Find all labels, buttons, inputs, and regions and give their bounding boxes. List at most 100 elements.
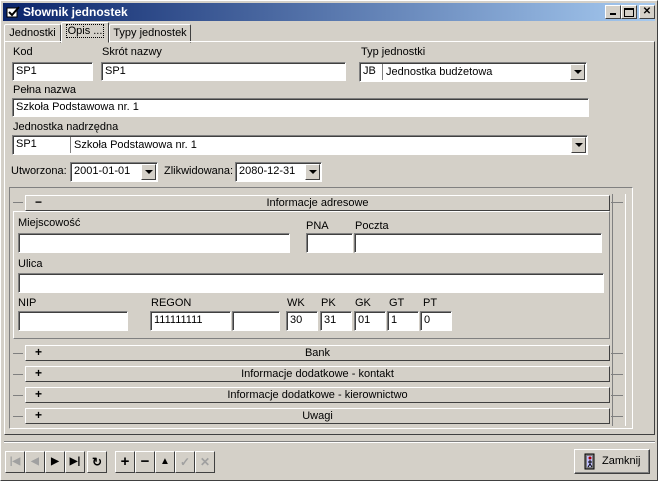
divider (13, 395, 23, 396)
scrollbar-track[interactable] (612, 194, 626, 426)
pelna-input[interactable]: Szkoła Podstawowa nr. 1 (12, 98, 589, 117)
pna-label: PNA (306, 220, 329, 232)
zlikwidowana-value: 2080-12-31 (239, 165, 296, 177)
nadrzedna-label: Jednostka nadrzędna (13, 121, 119, 133)
nadrzedna-code: SP1 (16, 138, 37, 150)
section-header-kontakt[interactable]: + Informacje dodatkowe - kontakt (25, 366, 610, 382)
refresh-button[interactable]: ↻ (87, 451, 107, 473)
last-icon: ▶| (69, 456, 81, 467)
plus-icon: + (120, 453, 130, 470)
section-title: Informacje adresowe (266, 197, 369, 209)
typ-name: Jednostka budżetowa (386, 66, 493, 78)
regon-label: REGON (151, 297, 192, 309)
divider (611, 416, 623, 417)
edit-record-button[interactable]: ▲ (155, 451, 175, 473)
chevron-down-icon[interactable] (571, 137, 586, 153)
divider (13, 416, 23, 417)
refresh-icon: ↻ (91, 455, 103, 469)
up-icon: ▲ (160, 456, 170, 467)
expand-icon: + (35, 366, 43, 380)
kod-input[interactable]: SP1 (12, 62, 93, 81)
divider (611, 395, 623, 396)
last-record-button[interactable]: ▶| (65, 451, 85, 473)
regon-input[interactable]: 111111111 (150, 311, 231, 331)
typ-code: JB (363, 65, 376, 77)
divider (13, 374, 23, 375)
tab-opis[interactable]: Opis ... (61, 22, 109, 43)
poczta-input[interactable] (354, 233, 602, 253)
poczta-label: Poczta (355, 220, 389, 232)
gk-label: GK (355, 297, 371, 309)
collapse-icon: − (35, 195, 43, 209)
regon-ext-input[interactable] (232, 311, 280, 331)
combo-separator (382, 64, 383, 80)
combo-separator (70, 137, 71, 153)
maximize-button[interactable] (621, 5, 637, 19)
pt-input[interactable]: 0 (420, 311, 452, 331)
pk-input[interactable]: 31 (320, 311, 352, 331)
minus-icon: − (140, 453, 150, 470)
nadrzedna-name: Szkoła Podstawowa nr. 1 (74, 139, 197, 151)
divider (611, 202, 623, 203)
divider (13, 353, 23, 354)
minimize-icon (610, 13, 616, 15)
expand-icon: + (35, 408, 43, 422)
zlikwidowana-label: Zlikwidowana: (164, 165, 234, 177)
gt-input[interactable]: 1 (387, 311, 419, 331)
gt-label: GT (389, 297, 405, 309)
miejscowosc-label: Miejscowość (18, 217, 81, 229)
expand-icon: + (35, 345, 43, 359)
utworzona-date-picker[interactable]: 2001-01-01 (70, 162, 158, 182)
first-record-button[interactable]: |◀ (5, 451, 25, 473)
confirm-button[interactable]: ✓ (175, 451, 195, 473)
tab-label: Jednostki (9, 27, 56, 39)
cancel-edit-button[interactable]: ✕ (195, 451, 215, 473)
first-icon: |◀ (9, 456, 21, 467)
toolbar-divider (4, 442, 655, 443)
pelna-label: Pełna nazwa (13, 84, 76, 96)
nip-input[interactable] (18, 311, 128, 331)
ulica-label: Ulica (18, 258, 43, 270)
section-header-adres[interactable]: − Informacje adresowe (25, 195, 610, 211)
section-header-kierownictwo[interactable]: + Informacje dodatkowe - kierownictwo (25, 387, 610, 403)
divider (611, 353, 623, 354)
prev-record-button[interactable]: ◀ (25, 451, 45, 473)
gk-input[interactable]: 01 (354, 311, 386, 331)
app-icon (6, 6, 20, 18)
expand-icon: + (35, 387, 43, 401)
ulica-input[interactable] (18, 273, 604, 293)
wk-input[interactable]: 30 (286, 311, 318, 331)
zamknij-button[interactable]: Zamknij (574, 449, 650, 474)
nip-label: NIP (18, 297, 37, 309)
section-header-bank[interactable]: + Bank (25, 345, 610, 361)
chevron-down-icon[interactable] (141, 164, 156, 180)
minimize-button[interactable] (605, 5, 621, 19)
skrot-label: Skrót nazwy (102, 46, 162, 58)
window-title: Słownik jednostek (23, 5, 128, 19)
utworzona-label: Utworzona: (11, 165, 67, 177)
chevron-down-icon[interactable] (305, 164, 320, 180)
section-title: Informacje dodatkowe - kierownictwo (227, 389, 408, 401)
skrot-input[interactable]: SP1 (101, 62, 346, 81)
section-title: Uwagi (302, 410, 333, 422)
add-record-button[interactable]: + (115, 451, 135, 473)
miejscowosc-input[interactable] (18, 233, 290, 253)
pna-input[interactable] (306, 233, 353, 253)
kod-label: Kod (13, 46, 33, 58)
pt-label: PT (423, 297, 438, 309)
section-title: Informacje dodatkowe - kontakt (241, 368, 394, 380)
nadrzedna-combo[interactable]: SP1 Szkoła Podstawowa nr. 1 (12, 135, 588, 155)
zlikwidowana-date-picker[interactable]: 2080-12-31 (235, 162, 322, 182)
pk-label: PK (321, 297, 336, 309)
close-window-button[interactable]: ✕ (639, 5, 655, 19)
zamknij-label: Zamknij (602, 455, 641, 467)
next-record-button[interactable]: ▶ (45, 451, 65, 473)
door-exit-icon (584, 453, 595, 470)
chevron-down-icon[interactable] (570, 64, 585, 80)
tab-label: Opis ... (65, 24, 105, 38)
title-bar: Słownik jednostek ✕ (3, 3, 655, 21)
section-header-uwagi[interactable]: + Uwagi (25, 408, 610, 424)
delete-record-button[interactable]: − (135, 451, 155, 473)
section-title: Bank (304, 347, 331, 359)
typ-combo[interactable]: JB Jednostka budżetowa (359, 62, 587, 82)
